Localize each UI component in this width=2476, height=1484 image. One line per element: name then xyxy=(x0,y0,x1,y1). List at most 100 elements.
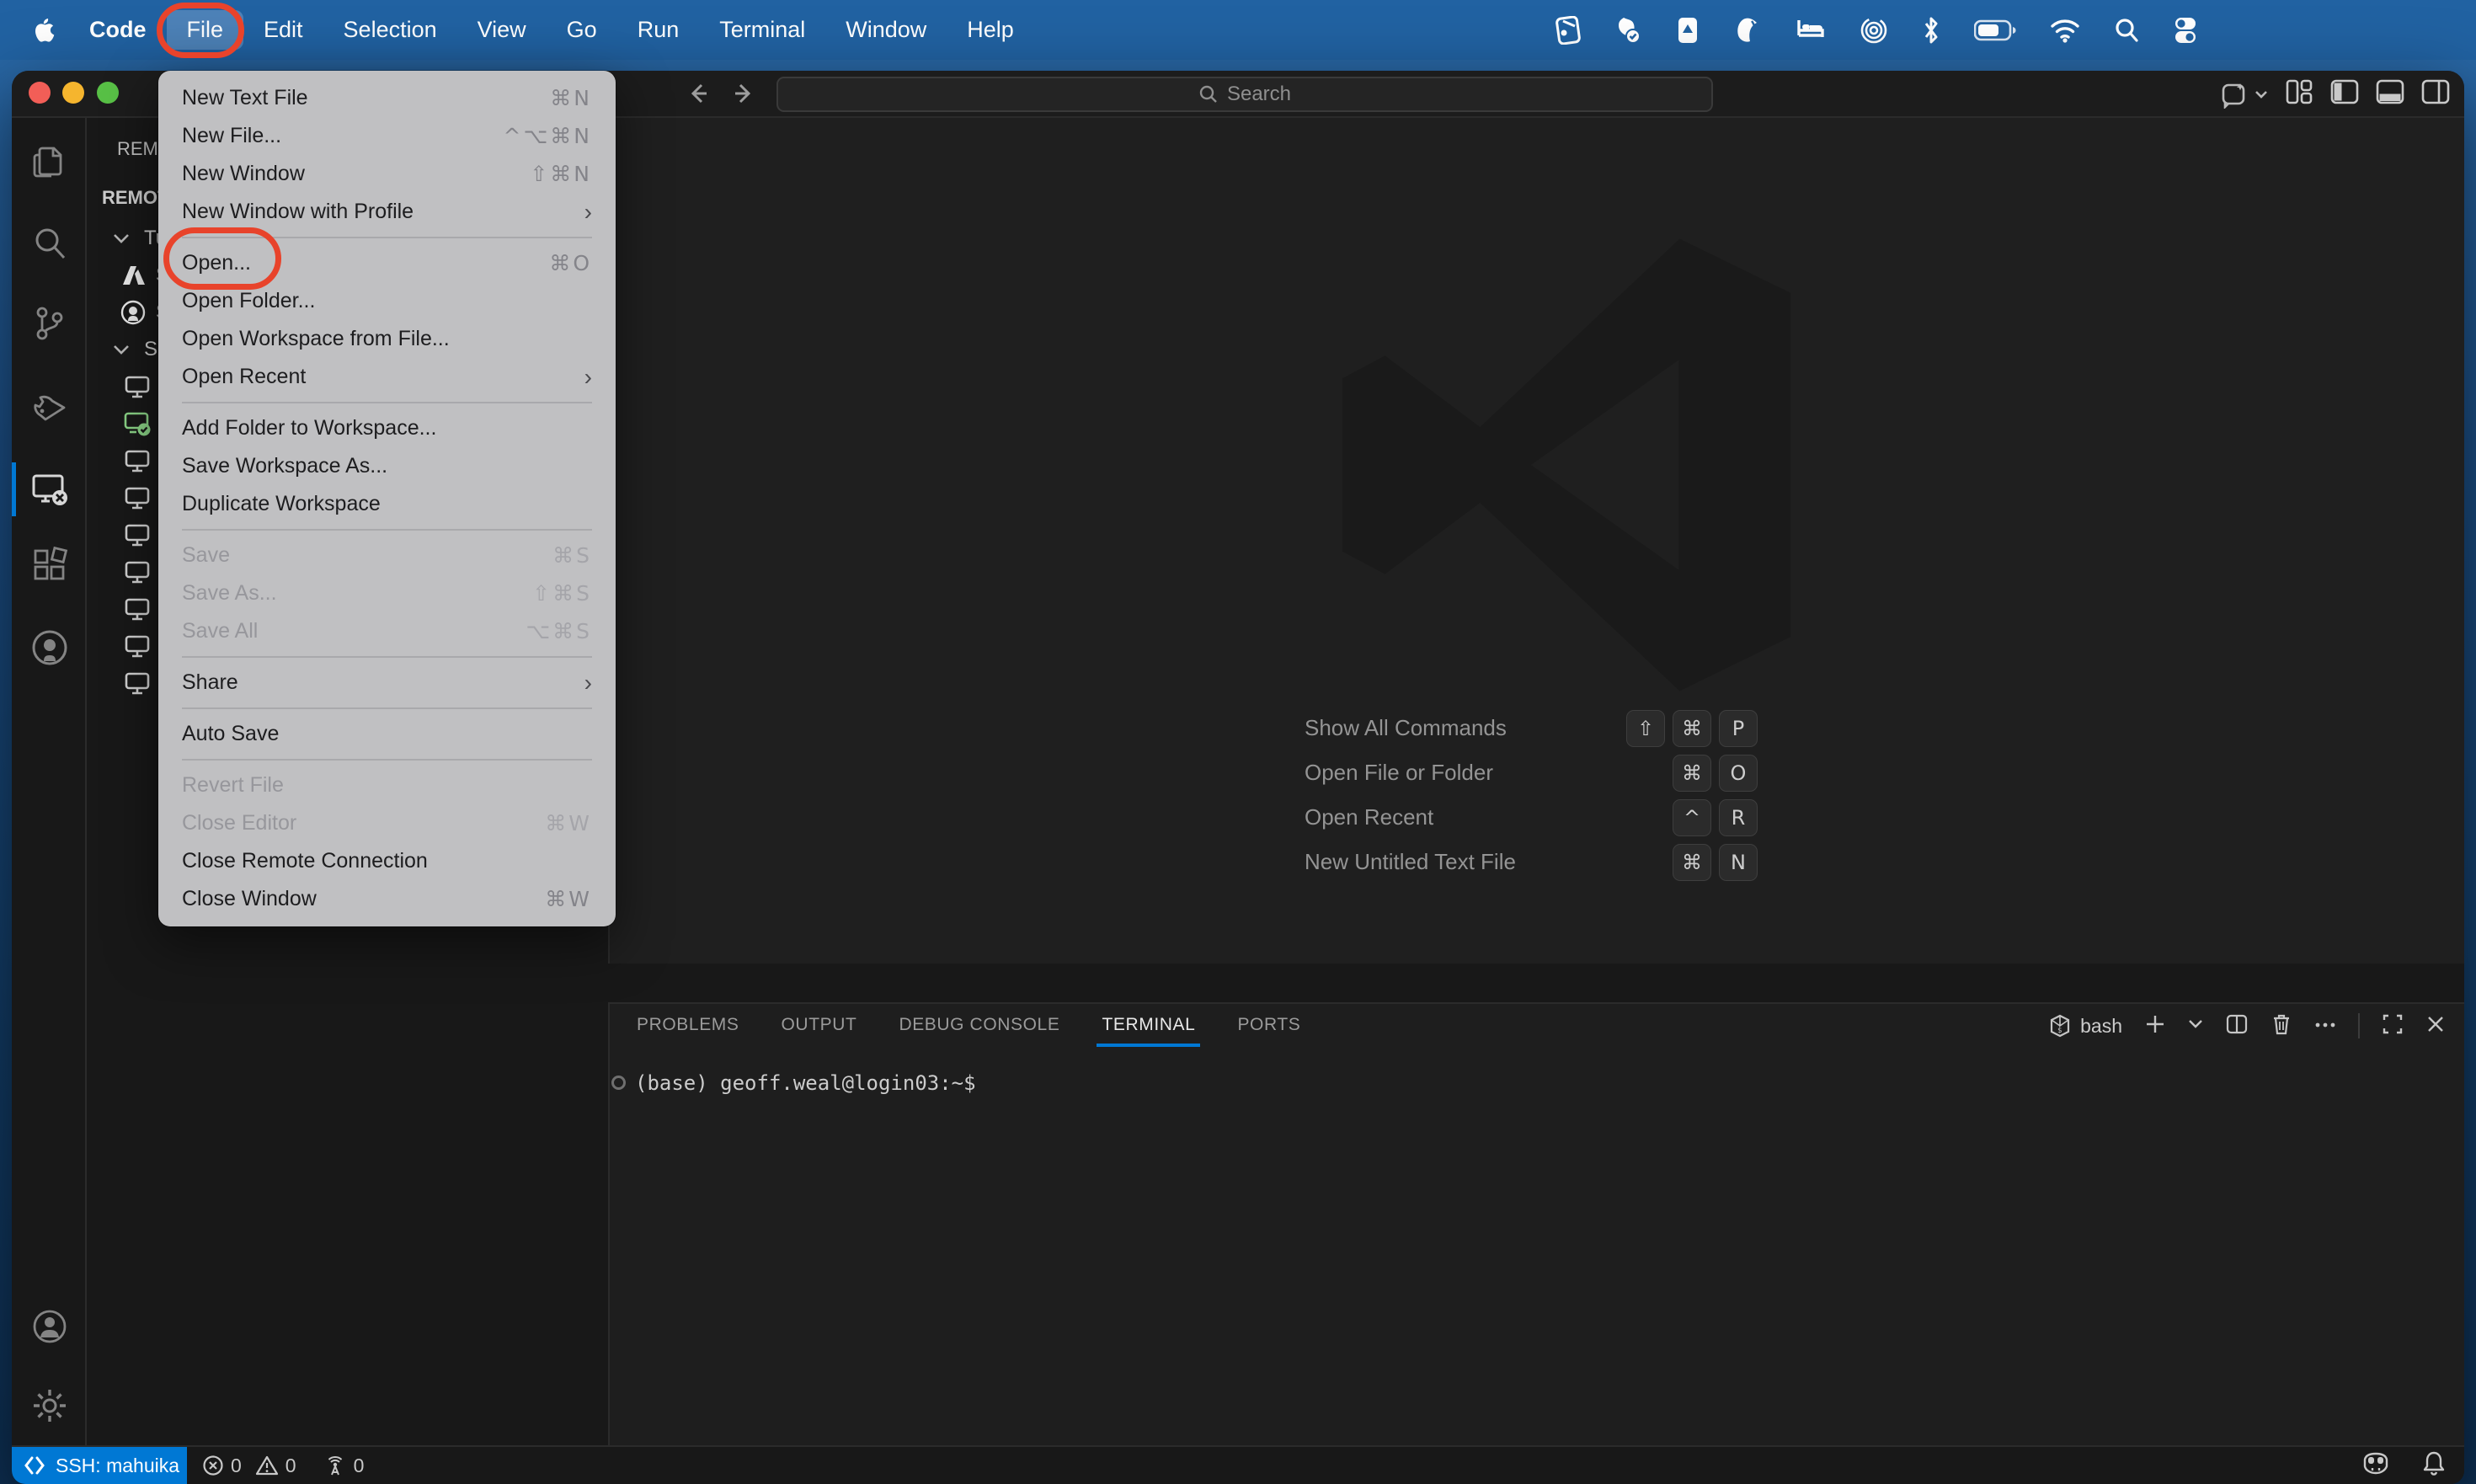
tab-debug-console[interactable]: DEBUG CONSOLE xyxy=(897,1010,1061,1040)
remote-explorer-icon[interactable] xyxy=(12,464,87,515)
menu-item-new-window-with-profile[interactable]: New Window with Profile › xyxy=(158,193,616,231)
eject-app-status-icon[interactable] xyxy=(1676,16,1700,45)
terminal-dropdown-chevron-icon[interactable] xyxy=(2188,1018,2203,1034)
menubar-item-go[interactable]: Go xyxy=(547,10,617,50)
watermark-row: New Untitled Text File ⌘ N xyxy=(1305,840,1758,884)
remote-indicator[interactable]: SSH: mahuika xyxy=(12,1447,187,1484)
search-placeholder: Search xyxy=(1226,83,1292,105)
menu-item-close-editor: Close Editor ⌘W xyxy=(182,811,592,835)
tab-problems[interactable]: PROBLEMS xyxy=(635,1010,741,1040)
apple-menu-icon[interactable] xyxy=(34,17,56,44)
menubar-item-window[interactable]: Window xyxy=(825,10,947,50)
github-view-icon[interactable] xyxy=(12,622,87,673)
vm-monitor-icon xyxy=(123,522,152,547)
menu-item-save-all: Save All ⌥⌘S xyxy=(182,619,592,643)
menu-item-close-window[interactable]: Close Window ⌘W xyxy=(158,880,616,918)
extensions-icon[interactable] xyxy=(12,540,87,590)
settings-gear-icon[interactable] xyxy=(12,1380,87,1431)
tab-output[interactable]: OUTPUT xyxy=(780,1010,859,1040)
split-terminal-icon[interactable] xyxy=(2225,1012,2249,1040)
menu-item-save-workspace-as[interactable]: Save Workspace As... xyxy=(158,447,616,485)
macos-menubar: Code File Edit Selection View Go Run Ter… xyxy=(0,0,2476,60)
radio-tower-icon xyxy=(328,1456,342,1476)
maximize-panel-icon[interactable] xyxy=(2382,1013,2404,1039)
menubar-item-selection[interactable]: Selection xyxy=(323,10,457,50)
annotation-circle-file-menu xyxy=(157,3,244,58)
notifications-bell-icon[interactable] xyxy=(2422,1450,2446,1481)
vm-monitor-icon xyxy=(123,559,152,585)
menubar-item-help[interactable]: Help xyxy=(947,10,1034,50)
menu-item-new-window[interactable]: New Window ⇧⌘N xyxy=(158,155,616,193)
menu-item-add-folder-to-workspace[interactable]: Add Folder to Workspace... xyxy=(158,409,616,447)
copilot-status-icon[interactable] xyxy=(2361,1450,2390,1481)
key-r: R xyxy=(1719,798,1758,836)
minimize-traffic-light[interactable] xyxy=(62,82,84,104)
menubar-item-edit[interactable]: Edit xyxy=(243,10,323,50)
customize-layout-icon[interactable] xyxy=(2284,77,2314,110)
navigate-back-icon[interactable] xyxy=(684,79,712,115)
spotlight-search-icon[interactable] xyxy=(2114,17,2139,44)
key-cmd: ⌘ xyxy=(1673,709,1711,747)
watermark-row: Open File or Folder ⌘ O xyxy=(1305,750,1758,795)
copilot-menu-icon[interactable] xyxy=(2220,80,2269,109)
file-dropdown-menu: New Text File ⌘N New File... ^⌥⌘N New Wind… xyxy=(158,71,616,926)
close-window-traffic-light[interactable] xyxy=(29,82,51,104)
source-control-icon[interactable] xyxy=(12,298,87,349)
key-n: N xyxy=(1719,843,1758,881)
battery-status-icon[interactable] xyxy=(1974,19,2016,42)
toggle-primary-sidebar-icon[interactable] xyxy=(2329,77,2360,110)
vm-monitor-icon xyxy=(123,374,152,399)
maximize-traffic-light[interactable] xyxy=(97,82,119,104)
chevron-down-icon xyxy=(107,232,136,244)
vm-monitor-icon xyxy=(123,670,152,696)
terminal-shell-selector[interactable]: $ bash xyxy=(2048,1014,2122,1038)
errors-warnings-status[interactable]: 0 0 xyxy=(202,1455,296,1477)
close-panel-icon[interactable] xyxy=(2425,1014,2446,1038)
menu-item-open-workspace-from-file[interactable]: Open Workspace from File... xyxy=(158,320,616,358)
bed-status-icon[interactable] xyxy=(1796,17,1826,44)
shield-check-status-icon[interactable] xyxy=(1615,16,1642,45)
run-debug-icon[interactable] xyxy=(12,382,87,433)
activity-bar xyxy=(12,118,87,1445)
divider xyxy=(2358,1013,2360,1038)
explorer-icon[interactable] xyxy=(12,137,87,188)
navigate-forward-icon[interactable] xyxy=(729,79,758,115)
menu-item-auto-save[interactable]: Auto Save xyxy=(158,715,616,753)
key-shift: ⇧ xyxy=(1626,709,1665,747)
menubar-item-view[interactable]: View xyxy=(457,10,547,50)
tab-ports[interactable]: PORTS xyxy=(1235,1010,1302,1040)
wifi-status-icon[interactable] xyxy=(2050,18,2080,43)
key-ctrl: ^ xyxy=(1673,798,1711,836)
menu-separator xyxy=(182,402,592,403)
menu-item-open-recent[interactable]: Open Recent › xyxy=(158,358,616,396)
more-actions-icon[interactable] xyxy=(2314,1018,2336,1033)
airdrop-status-icon[interactable] xyxy=(1860,16,1888,45)
ports-forwarded-status[interactable]: 0 xyxy=(323,1454,364,1477)
menubar-item-terminal[interactable]: Terminal xyxy=(699,10,825,50)
menu-item-duplicate-workspace[interactable]: Duplicate Workspace xyxy=(158,485,616,523)
scanner-status-icon[interactable] xyxy=(1555,15,1582,45)
terminal-prompt[interactable]: (base) geoff.weal@login03:~$ xyxy=(635,1071,976,1095)
search-icon xyxy=(1199,85,1217,103)
control-center-icon[interactable] xyxy=(2173,16,2198,45)
accounts-icon[interactable] xyxy=(12,1301,87,1352)
search-view-icon[interactable] xyxy=(12,218,87,269)
toggle-panel-icon[interactable] xyxy=(2375,77,2405,110)
menu-item-new-text-file[interactable]: New Text File ⌘N xyxy=(158,79,616,117)
bash-terminal-icon: $ xyxy=(2051,1014,2070,1038)
menu-item-share[interactable]: Share › xyxy=(158,664,616,702)
menubar-app-name[interactable]: Code xyxy=(69,10,167,50)
kill-terminal-trash-icon[interactable] xyxy=(2271,1012,2292,1040)
menubar-item-run[interactable]: Run xyxy=(617,10,700,50)
new-terminal-icon[interactable] xyxy=(2144,1013,2166,1039)
toggle-secondary-sidebar-icon[interactable] xyxy=(2420,77,2451,110)
leaf-status-icon[interactable] xyxy=(1733,16,1762,45)
status-bar: SSH: mahuika 0 0 0 xyxy=(12,1445,2464,1484)
menu-item-new-file[interactable]: New File... ^⌥⌘N xyxy=(158,117,616,155)
command-center-search[interactable]: Search xyxy=(776,77,1713,112)
svg-text:$: $ xyxy=(2057,1027,2062,1035)
tab-terminal[interactable]: TERMINAL xyxy=(1097,1010,1201,1047)
menu-item-close-remote-connection[interactable]: Close Remote Connection xyxy=(158,842,616,880)
key-o: O xyxy=(1719,754,1758,792)
bluetooth-status-icon[interactable] xyxy=(1922,16,1940,45)
